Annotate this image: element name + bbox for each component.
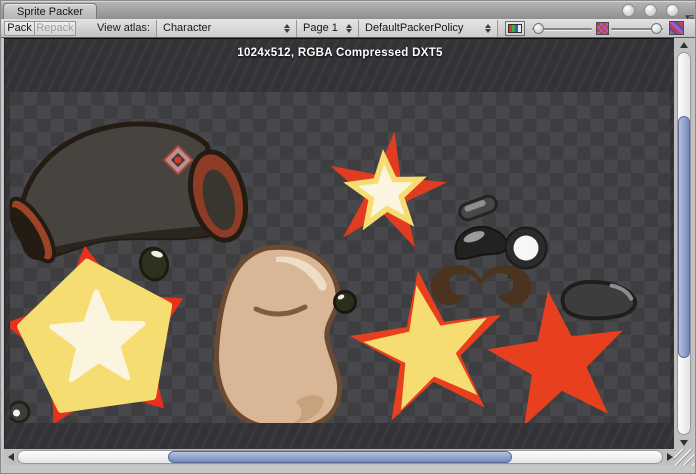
color-channels-button[interactable] xyxy=(505,21,525,36)
view-atlas-label: View atlas: xyxy=(97,22,150,34)
packer-policy-dropdown[interactable]: DefaultPackerPolicy xyxy=(358,20,498,37)
pack-button[interactable]: Pack xyxy=(4,21,35,36)
mipmap-checker-icon xyxy=(596,22,609,35)
sprite-small-outlined-star xyxy=(321,123,453,251)
sprite-eyebrow xyxy=(457,194,498,222)
sprite-bean-character xyxy=(216,247,339,423)
updown-arrows-icon xyxy=(346,24,352,33)
sprite-corner-ball xyxy=(10,402,29,422)
vertical-scroll-track[interactable] xyxy=(677,52,691,435)
repack-button-disabled[interactable]: Repack xyxy=(34,21,76,36)
mip-level-slider[interactable] xyxy=(610,20,664,37)
slider-thumb[interactable] xyxy=(533,23,544,34)
sprite-cannon-horn xyxy=(10,124,254,269)
sprite-large-outlined-star xyxy=(343,260,514,423)
atlas-dropdown[interactable]: Character xyxy=(156,20,297,37)
horizontal-scrollbar[interactable] xyxy=(4,449,676,465)
window-button-circle[interactable] xyxy=(622,4,635,17)
sprite-olive-small xyxy=(137,246,170,283)
vertical-scrollbar[interactable] xyxy=(674,38,694,449)
toolbar: Pack Repack View atlas: Character Page 1… xyxy=(1,19,695,38)
updown-arrows-icon xyxy=(284,24,290,33)
window-button-circles xyxy=(622,4,679,17)
tab-sprite-packer[interactable]: Sprite Packer xyxy=(3,3,97,20)
updown-arrows-icon xyxy=(485,24,491,33)
sprite-packer-window: Sprite Packer ▾≡ Pack Repack View atlas:… xyxy=(0,0,696,474)
page-dropdown[interactable]: Page 1 xyxy=(296,20,359,37)
alpha-blend-slider[interactable] xyxy=(531,20,593,37)
color-channels-icon xyxy=(508,24,522,33)
sprite-mustache xyxy=(430,265,531,305)
scroll-right-icon xyxy=(667,453,673,461)
slider-thumb[interactable] xyxy=(651,23,662,34)
atlas-preview-canvas: 1024x512, RGBA Compressed DXT5 xyxy=(4,38,675,449)
scroll-down-icon xyxy=(680,440,688,446)
atlas-info-header: 1024x512, RGBA Compressed DXT5 xyxy=(5,47,675,59)
scroll-down-button[interactable] xyxy=(674,436,694,449)
sprite-closed-eye xyxy=(453,224,507,259)
scroll-left-icon xyxy=(8,453,14,461)
atlas-dropdown-value: Character xyxy=(163,22,280,34)
horizontal-scroll-thumb[interactable] xyxy=(168,451,512,463)
gradient-stripe-icon xyxy=(669,21,684,35)
window-button-circle[interactable] xyxy=(666,4,679,17)
sprite-olive-tiny xyxy=(335,292,356,313)
horizontal-scroll-track[interactable] xyxy=(17,450,663,464)
scroll-up-icon xyxy=(680,42,688,48)
scroll-left-button[interactable] xyxy=(4,449,17,465)
sprite-pentagon-starburst xyxy=(10,233,198,423)
atlas-sprites xyxy=(10,92,670,423)
scroll-up-button[interactable] xyxy=(674,38,694,51)
vertical-scroll-thumb[interactable] xyxy=(678,116,690,358)
packer-policy-dropdown-value: DefaultPackerPolicy xyxy=(365,22,481,34)
tab-title: Sprite Packer xyxy=(17,6,83,18)
sprite-black-bean xyxy=(561,277,637,322)
page-dropdown-value: Page 1 xyxy=(303,22,342,34)
tab-bar: Sprite Packer ▾≡ xyxy=(1,1,695,19)
resize-grip[interactable] xyxy=(674,449,694,465)
window-button-circle[interactable] xyxy=(644,4,657,17)
